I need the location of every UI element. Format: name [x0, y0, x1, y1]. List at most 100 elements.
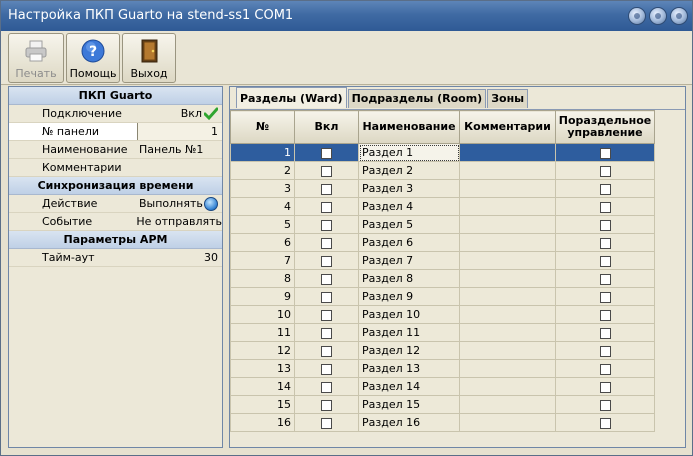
cell-number[interactable]: 16 [230, 413, 295, 432]
cell-enabled[interactable] [294, 251, 359, 270]
cell-name[interactable]: Раздел 12 [358, 341, 460, 360]
cell-comments[interactable] [459, 413, 556, 432]
cell-name[interactable]: Раздел 7 [358, 251, 460, 270]
cell-number[interactable]: 5 [230, 215, 295, 234]
table-row[interactable]: 4 Раздел 4 [230, 197, 655, 216]
exit-button[interactable]: Выход [122, 33, 176, 83]
cell-number[interactable]: 14 [230, 377, 295, 396]
enabled-checkbox[interactable] [321, 363, 332, 375]
cell-enabled[interactable] [294, 161, 359, 180]
cell-enabled[interactable] [294, 215, 359, 234]
cell-enabled[interactable] [294, 341, 359, 360]
prop-row-name[interactable]: Наименование Панель №1 [9, 141, 222, 159]
cell-comments[interactable] [459, 323, 556, 342]
col-header-comments[interactable]: Комментарии [459, 110, 556, 144]
prop-value-comment[interactable] [137, 159, 222, 176]
cell-name[interactable]: Раздел 8 [358, 269, 460, 288]
prop-value-panel-number[interactable]: 1 [137, 123, 222, 140]
table-row[interactable]: 8 Раздел 8 [230, 269, 655, 288]
tab-rooms[interactable]: Подразделы (Room) [347, 89, 487, 108]
prop-row-panel-number[interactable]: № панели 1 [9, 123, 222, 141]
cell-name[interactable]: Раздел 4 [358, 197, 460, 216]
table-row[interactable]: 16 Раздел 16 [230, 413, 655, 432]
cell-per-section-control[interactable] [555, 377, 655, 396]
enabled-checkbox[interactable] [321, 399, 332, 411]
sync-icon[interactable] [204, 197, 218, 211]
cell-number[interactable]: 13 [230, 359, 295, 378]
table-row[interactable]: 6 Раздел 6 [230, 233, 655, 252]
cell-name[interactable]: Раздел 13 [358, 359, 460, 378]
table-row[interactable]: 7 Раздел 7 [230, 251, 655, 270]
cell-per-section-control[interactable] [555, 287, 655, 306]
cell-comments[interactable] [459, 179, 556, 198]
cell-name[interactable]: Раздел 9 [358, 287, 460, 306]
cell-per-section-control[interactable] [555, 179, 655, 198]
prop-row-timeout[interactable]: Тайм-аут 30 [9, 249, 222, 267]
table-row[interactable]: 5 Раздел 5 [230, 215, 655, 234]
cell-comments[interactable] [459, 143, 556, 162]
per-section-control-checkbox[interactable] [599, 345, 611, 357]
cell-comments[interactable] [459, 233, 556, 252]
enabled-checkbox[interactable] [321, 201, 332, 213]
cell-enabled[interactable] [294, 323, 359, 342]
table-row[interactable]: 2 Раздел 2 [230, 161, 655, 180]
tab-zones[interactable]: Зоны [487, 89, 529, 108]
cell-enabled[interactable] [294, 413, 359, 432]
cell-enabled[interactable] [294, 269, 359, 288]
cell-name[interactable]: Раздел 15 [358, 395, 460, 414]
per-section-control-checkbox[interactable] [599, 417, 611, 429]
enabled-checkbox[interactable] [321, 183, 332, 195]
cell-number[interactable]: 9 [230, 287, 295, 306]
cell-comments[interactable] [459, 377, 556, 396]
enabled-checkbox[interactable] [321, 273, 332, 285]
cell-name[interactable]: Раздел 2 [358, 161, 460, 180]
cell-per-section-control[interactable] [555, 413, 655, 432]
per-section-control-checkbox[interactable] [599, 399, 611, 411]
cell-per-section-control[interactable] [555, 143, 655, 162]
per-section-control-checkbox[interactable] [599, 273, 611, 285]
cell-number[interactable]: 6 [230, 233, 295, 252]
minimize-button[interactable] [628, 7, 646, 25]
enabled-checkbox[interactable] [321, 327, 332, 339]
prop-row-action[interactable]: Действие Выполнять [9, 195, 222, 213]
table-row[interactable]: 9 Раздел 9 [230, 287, 655, 306]
cell-comments[interactable] [459, 215, 556, 234]
per-section-control-checkbox[interactable] [599, 381, 611, 393]
help-button[interactable]: ? Помощь [66, 33, 120, 83]
cell-name[interactable]: Раздел 11 [358, 323, 460, 342]
cell-comments[interactable] [459, 287, 556, 306]
prop-row-comment[interactable]: Комментарии [9, 159, 222, 177]
cell-number[interactable]: 2 [230, 161, 295, 180]
cell-enabled[interactable] [294, 305, 359, 324]
cell-per-section-control[interactable] [555, 269, 655, 288]
cell-number[interactable]: 15 [230, 395, 295, 414]
col-header-number[interactable]: № [230, 110, 295, 144]
cell-enabled[interactable] [294, 395, 359, 414]
cell-number[interactable]: 1 [230, 143, 295, 162]
cell-number[interactable]: 4 [230, 197, 295, 216]
cell-number[interactable]: 8 [230, 269, 295, 288]
table-row[interactable]: 14 Раздел 14 [230, 377, 655, 396]
table-row[interactable]: 1 Раздел 1 [230, 143, 655, 162]
col-header-enabled[interactable]: Вкл [294, 110, 359, 144]
cell-comments[interactable] [459, 269, 556, 288]
cell-per-section-control[interactable] [555, 215, 655, 234]
cell-name[interactable]: Раздел 3 [358, 179, 460, 198]
cell-enabled[interactable] [294, 359, 359, 378]
cell-number[interactable]: 10 [230, 305, 295, 324]
per-section-control-checkbox[interactable] [599, 219, 611, 231]
prop-value-action[interactable]: Выполнять [137, 195, 222, 212]
tab-wards[interactable]: Разделы (Ward) [236, 87, 347, 108]
cell-per-section-control[interactable] [555, 161, 655, 180]
cell-enabled[interactable] [294, 179, 359, 198]
table-row[interactable]: 15 Раздел 15 [230, 395, 655, 414]
maximize-button[interactable] [649, 7, 667, 25]
per-section-control-checkbox[interactable] [599, 291, 611, 303]
cell-per-section-control[interactable] [555, 251, 655, 270]
table-row[interactable]: 10 Раздел 10 [230, 305, 655, 324]
cell-enabled[interactable] [294, 197, 359, 216]
per-section-control-checkbox[interactable] [599, 309, 611, 321]
cell-comments[interactable] [459, 395, 556, 414]
cell-name[interactable]: Раздел 1 [358, 143, 460, 162]
col-header-per-section-control[interactable]: Пораздельное управление [555, 110, 655, 144]
